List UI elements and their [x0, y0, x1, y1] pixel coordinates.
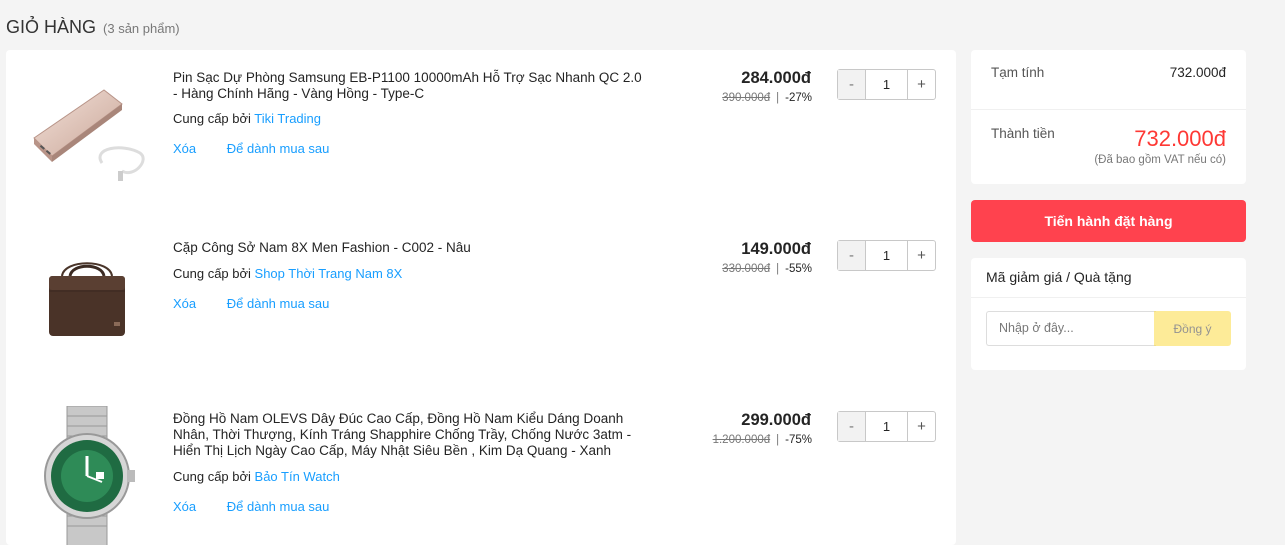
quantity-input[interactable]: 1 — [866, 70, 907, 99]
increase-quantity-button[interactable]: + — [907, 70, 935, 99]
increase-quantity-button[interactable]: + — [907, 412, 935, 441]
quantity-stepper: - 1 + — [837, 240, 936, 271]
price-details: 1.200.000đ | -75% — [626, 434, 812, 446]
subtotal-value: 732.000đ — [1169, 65, 1226, 80]
decrease-quantity-button[interactable]: - — [838, 70, 866, 99]
quantity-input[interactable]: 1 — [866, 241, 907, 270]
discount-percent: -55% — [785, 263, 812, 275]
original-price: 1.200.000đ — [712, 434, 771, 446]
separator: | — [776, 92, 780, 104]
subtotal-label: Tạm tính — [991, 65, 1045, 80]
briefcase-image[interactable] — [22, 221, 152, 351]
seller-link[interactable]: Tiki Trading — [254, 111, 321, 126]
quantity-input[interactable]: 1 — [866, 412, 907, 441]
seller-info: Cung cấp bởi Tiki Trading — [173, 111, 321, 126]
cart-list: Pin Sạc Dự Phòng Samsung EB-P1100 10000m… — [6, 50, 956, 545]
briefcase-illustration — [49, 262, 125, 336]
current-price: 149.000đ — [741, 240, 811, 258]
save-for-later-button[interactable]: Để dành mua sau — [227, 141, 330, 156]
order-summary: Tạm tính 732.000đ Thành tiền 732.000đ (Đ… — [971, 50, 1246, 184]
total-label: Thành tiền — [991, 126, 1055, 141]
seller-link[interactable]: Bảo Tín Watch — [255, 469, 340, 484]
product-name[interactable]: Cặp Công Sở Nam 8X Men Fashion - C002 - … — [173, 240, 643, 256]
watch-illustration — [44, 405, 135, 545]
price-details: 390.000đ | -27% — [626, 92, 812, 104]
delete-button[interactable]: Xóa — [173, 141, 196, 156]
item-actions: Xóa Để dành mua sau — [173, 499, 356, 514]
apply-coupon-button[interactable]: Đồng ý — [1154, 311, 1231, 346]
original-price: 330.000đ — [722, 263, 771, 275]
separator: | — [776, 263, 780, 275]
page-title: Giỏ hàng (3 sản phẩm) — [6, 17, 180, 38]
quantity-stepper: - 1 + — [837, 411, 936, 442]
decrease-quantity-button[interactable]: - — [838, 412, 866, 441]
item-count: (3 sản phẩm) — [103, 21, 180, 36]
page-title-text: Giỏ hàng — [6, 17, 97, 37]
seller-prefix: Cung cấp bởi — [173, 469, 251, 484]
item-actions: Xóa Để dành mua sau — [173, 296, 356, 311]
quantity-stepper: - 1 + — [837, 69, 936, 100]
delete-button[interactable]: Xóa — [173, 296, 196, 311]
seller-prefix: Cung cấp bởi — [173, 111, 251, 126]
coupon-box: Mã giảm giá / Quà tặng Nhập ở đây... Đồn… — [971, 258, 1246, 370]
decrease-quantity-button[interactable]: - — [838, 241, 866, 270]
discount-percent: -27% — [785, 92, 812, 104]
vat-note: (Đã bao gồm VAT nếu có) — [1094, 154, 1226, 166]
power-bank-illustration — [33, 89, 145, 181]
coupon-divider — [971, 297, 1246, 298]
increase-quantity-button[interactable]: + — [907, 241, 935, 270]
coupon-input[interactable]: Nhập ở đây... — [986, 311, 1156, 346]
subtotal-row: Tạm tính 732.000đ — [971, 50, 1246, 110]
current-price: 284.000đ — [741, 69, 811, 87]
seller-info: Cung cấp bởi Shop Thời Trang Nam 8X — [173, 266, 402, 281]
total-price: 732.000đ — [1134, 126, 1226, 151]
seller-info: Cung cấp bởi Bảo Tín Watch — [173, 469, 340, 484]
save-for-later-button[interactable]: Để dành mua sau — [227, 296, 330, 311]
coupon-title: Mã giảm giá / Quà tặng — [986, 269, 1132, 285]
original-price: 390.000đ — [722, 92, 771, 104]
price-details: 330.000đ | -55% — [626, 263, 812, 275]
watch-image[interactable] — [22, 405, 152, 545]
separator: | — [776, 434, 780, 446]
seller-link[interactable]: Shop Thời Trang Nam 8X — [255, 266, 403, 281]
product-name[interactable]: Đồng Hồ Nam OLEVS Dây Đúc Cao Cấp, Đồng … — [173, 411, 643, 459]
current-price: 299.000đ — [741, 411, 811, 429]
save-for-later-button[interactable]: Để dành mua sau — [227, 499, 330, 514]
power-bank-image[interactable] — [22, 68, 152, 198]
item-actions: Xóa Để dành mua sau — [173, 141, 356, 156]
delete-button[interactable]: Xóa — [173, 499, 196, 514]
seller-prefix: Cung cấp bởi — [173, 266, 251, 281]
checkout-button[interactable]: Tiến hành đặt hàng — [971, 200, 1246, 242]
discount-percent: -75% — [785, 434, 812, 446]
product-name[interactable]: Pin Sạc Dự Phòng Samsung EB-P1100 10000m… — [173, 70, 643, 102]
